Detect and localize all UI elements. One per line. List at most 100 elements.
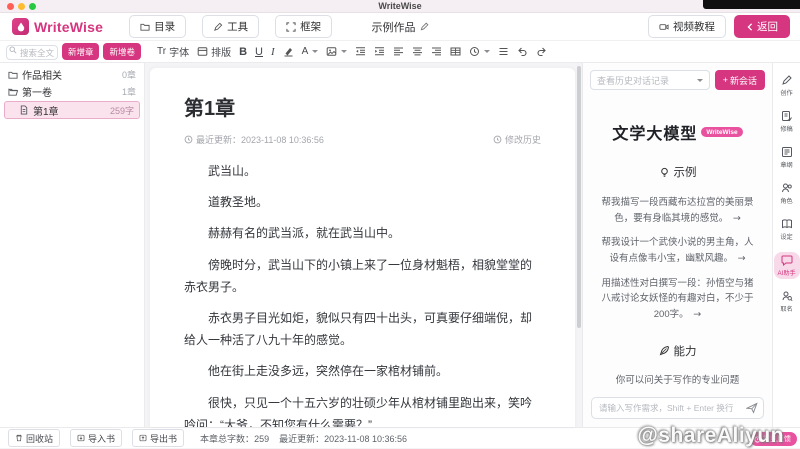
header-right: 视频教程 返回 [648, 15, 790, 38]
tree-label: 第一卷 [22, 88, 52, 99]
editor-area: 第1章 最近更新： 2023-11-08 10:36:56 修改历史 武当山。 … [145, 63, 582, 427]
outline-doc-icon [781, 147, 792, 157]
editor-scrollbar[interactable] [577, 66, 581, 328]
import-label: 导入书 [88, 433, 116, 444]
redo-button[interactable] [536, 46, 547, 57]
back-button[interactable]: 返回 [734, 15, 790, 38]
history-link[interactable]: 修改历史 [493, 133, 541, 146]
history-version-button[interactable] [469, 46, 491, 57]
example-item[interactable]: 用描述性对白撰写一段：孙悟空与猪八戒讨论女妖怪的有趣对白，不少于200字。 → [597, 276, 758, 323]
highlight-button[interactable] [283, 46, 294, 57]
word-count-value: 259 [254, 433, 270, 444]
rail-item-settings[interactable]: 设定 [774, 216, 800, 243]
new-session-button[interactable]: + 新会话 [714, 70, 765, 90]
example-item[interactable]: 帮我描写一段西藏布达拉宫的美丽景色，要有身临其境的感觉。 → [597, 195, 758, 226]
model-badge: WriteWise [701, 127, 743, 137]
add-volume-button[interactable]: 新增卷 [103, 43, 141, 60]
outdent-button[interactable] [355, 46, 366, 57]
recycle-bin-button[interactable]: 回收站 [8, 429, 61, 447]
main-area: 作品相关 0章 第一卷 1章 第1章 259字 第1章 最近更新： 2023-1… [0, 63, 800, 427]
example-item[interactable]: 帮我设计一个武侠小说的男主角，人设有点像韦小宝，幽默风趣。 → [597, 235, 758, 266]
folder-icon [8, 71, 18, 79]
video-tutorial-button[interactable]: 视频教程 [648, 15, 726, 38]
tree-item-related[interactable]: 作品相关 0章 [0, 66, 144, 83]
video-tutorial-label: 视频教程 [673, 21, 715, 33]
layout-label: 排版 [211, 48, 232, 59]
arrow-right-icon: → [693, 309, 702, 321]
italic-button[interactable]: I [271, 46, 275, 58]
export-icon [139, 434, 147, 442]
rail-item-outline[interactable]: 章纲 [774, 144, 800, 171]
update-clock-icon [184, 135, 193, 144]
clock-icon [470, 47, 480, 56]
line-spacing-icon [499, 47, 508, 56]
table-button[interactable] [450, 46, 461, 57]
rail-item-create[interactable]: 创作 [774, 72, 800, 99]
align-right-button[interactable] [431, 46, 442, 57]
paragraph: 武当山。 [208, 164, 257, 178]
tree-item-chapter1[interactable]: 第1章 259字 [4, 101, 140, 119]
session-controls: 查看历史对话记录 + 新会话 [583, 63, 772, 90]
titlebar: WriteWise [0, 0, 800, 13]
header-nav: 目录 工具 框架 [129, 15, 333, 38]
tree-label: 第1章 [33, 106, 59, 118]
frame-button[interactable]: 框架 [275, 15, 333, 38]
catalog-button[interactable]: 目录 [129, 15, 187, 38]
font-color-button[interactable]: A [302, 46, 319, 57]
font-button[interactable]: Tr 字体 [157, 44, 189, 59]
history-label: 修改历史 [504, 135, 541, 145]
rail-item-naming[interactable]: 取名 [774, 288, 800, 315]
capability-item: 你可以问关于写作的专业问题 [615, 374, 740, 386]
name-search-icon [782, 291, 793, 302]
indent-button[interactable] [374, 46, 385, 57]
insert-image-button[interactable] [326, 46, 348, 57]
paragraph: 傍晚时分，武当山下的小镇上来了一位身材魁梧，相貌堂堂的赤衣男子。 [184, 257, 533, 294]
tools-button[interactable]: 工具 [202, 15, 260, 38]
align-center-button[interactable] [412, 46, 423, 57]
history-session-select[interactable]: 查看历史对话记录 [590, 70, 710, 90]
rail-item-ai-assistant[interactable]: AI助手 [773, 252, 800, 279]
back-label: 返回 [757, 21, 778, 33]
new-session-label: 新会话 [729, 75, 757, 86]
chat-bubble-icon [781, 255, 792, 266]
align-left-button[interactable] [393, 46, 404, 57]
trash-icon [16, 434, 22, 442]
folder-open-icon [8, 87, 18, 96]
tree-item-volume1[interactable]: 第一卷 1章 [0, 83, 144, 100]
underline-button[interactable]: U [255, 46, 263, 58]
edit-title-icon[interactable] [420, 22, 429, 31]
lightbulb-icon [660, 167, 668, 177]
editor-card[interactable]: 第1章 最近更新： 2023-11-08 10:36:56 修改历史 武当山。 … [150, 68, 575, 427]
layout-icon [197, 47, 208, 56]
send-icon[interactable] [746, 402, 758, 414]
plus-icon: + [722, 75, 728, 85]
rail-item-characters[interactable]: 角色 [774, 180, 800, 207]
updated-label: 最近更新： [196, 135, 242, 145]
undo-icon [518, 47, 527, 57]
watermark: @shareAliyun [637, 424, 784, 447]
chapter-title: 第1章 [184, 98, 236, 120]
tree-count: 259字 [109, 105, 134, 116]
capabilities-header: 能力 [583, 343, 772, 359]
add-chapter-button[interactable]: 新增章 [61, 43, 100, 60]
layout-button[interactable]: 排版 [197, 44, 231, 59]
model-title-row: 文学大模型 WriteWise [583, 120, 772, 144]
feature-rail: 创作 修稿 章纲 角色 设定 AI助手 取名 [772, 63, 800, 427]
tree-label: 作品相关 [22, 71, 62, 82]
window-title: WriteWise [378, 1, 422, 11]
frame-icon [286, 21, 296, 32]
rail-item-revise[interactable]: 修稿 [774, 108, 800, 135]
folder-icon [140, 23, 150, 31]
bold-button[interactable]: B [239, 46, 247, 58]
model-title: 文学大模型 [612, 126, 698, 143]
chat-input-row [591, 397, 764, 419]
line-spacing-button[interactable] [498, 46, 509, 57]
undo-button[interactable] [517, 46, 528, 57]
chapter-body[interactable]: 武当山。 道教圣地。 赫赫有名的武当派，就在武当山中。 傍晚时分，武当山下的小镇… [184, 160, 541, 427]
search-icon [9, 46, 17, 54]
updated-time: 2023-11-08 10:36:56 [241, 134, 324, 145]
import-book-button[interactable]: 导入书 [70, 429, 123, 447]
chat-input[interactable] [591, 397, 764, 419]
paragraph: 赫赫有名的武当派，就在武当山中。 [208, 226, 401, 241]
export-book-button[interactable]: 导出书 [132, 429, 185, 447]
